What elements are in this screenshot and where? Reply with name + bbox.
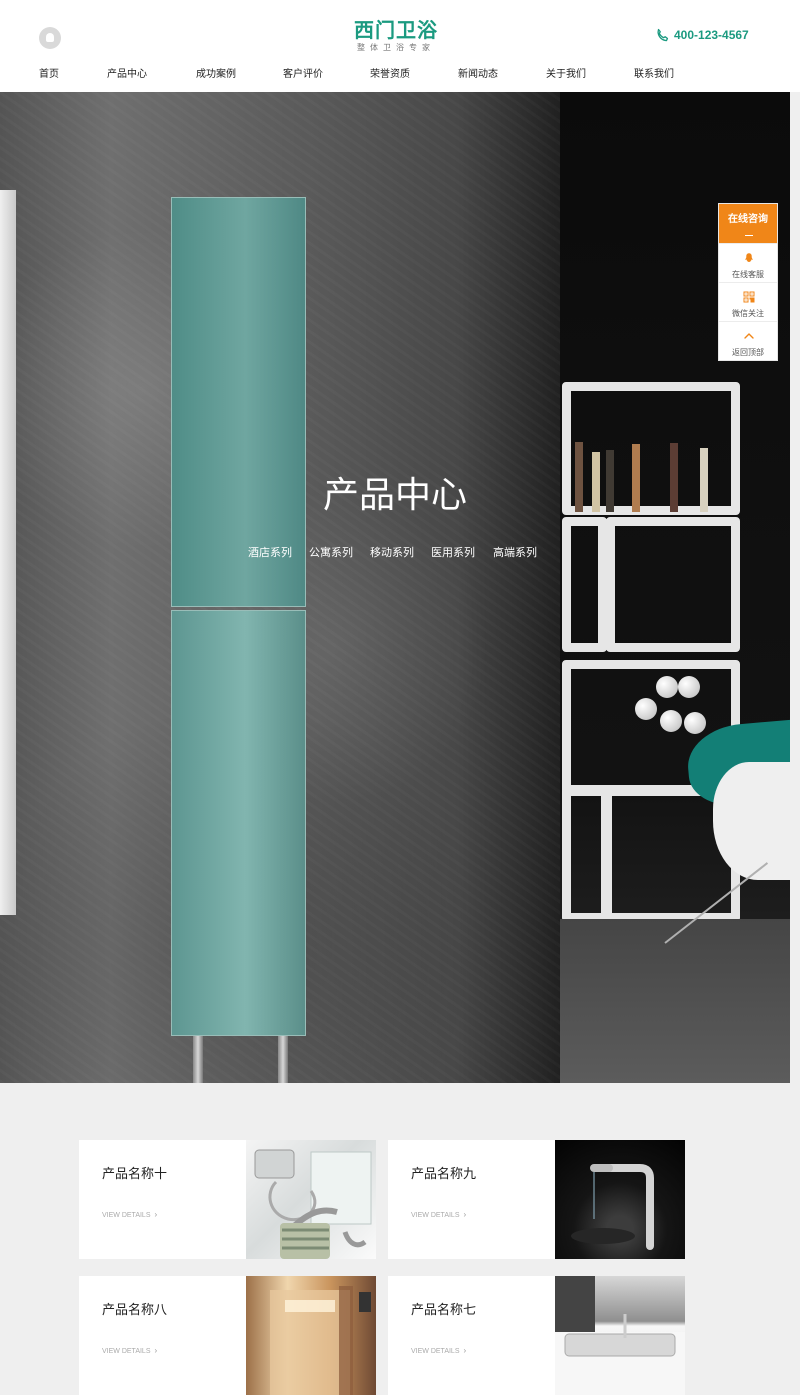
site-header: 西门卫浴 整体卫浴专家 400-123-4567 首页 产品中心 成功案例 客户… <box>0 0 800 92</box>
view-details-link[interactable]: VIEW DETAILS › <box>102 1346 157 1355</box>
chevron-up-icon <box>744 333 754 339</box>
back-to-top-label: 返回顶部 <box>732 348 764 357</box>
online-consult-panel: 在线咨询 在线客服 微信关注 返回顶部 <box>718 203 778 361</box>
logo-title: 西门卫浴 <box>354 18 438 42</box>
category-link-premium[interactable]: 高端系列 <box>493 544 537 560</box>
nav-item-home[interactable]: 首页 <box>39 65 59 80</box>
online-consult-button[interactable]: 在线咨询 <box>719 204 777 243</box>
view-details-label: VIEW DETAILS <box>411 1348 460 1355</box>
product-name: 产品名称七 <box>411 1303 477 1318</box>
cabinet-leg <box>278 1036 288 1083</box>
bathroom-illustration <box>270 1286 371 1395</box>
nav-item-cases[interactable]: 成功案例 <box>196 65 236 80</box>
ball <box>678 676 700 698</box>
floor-image <box>560 919 790 1083</box>
towel-rack-product-image <box>246 1140 376 1259</box>
category-link-mobile[interactable]: 移动系列 <box>370 544 414 560</box>
bathtub-illustration <box>555 1276 685 1395</box>
cabinet-bottom-image <box>171 610 306 1036</box>
chevron-right-icon: › <box>463 1210 467 1219</box>
left-cabinet-image <box>0 190 16 915</box>
product-card[interactable]: 产品名称七 VIEW DETAILS › <box>388 1276 685 1395</box>
qr-code-icon <box>743 291 755 303</box>
back-to-top-button[interactable]: 返回顶部 <box>719 321 777 360</box>
decorative-balls <box>632 674 712 738</box>
main-navigation: 首页 产品中心 成功案例 客户评价 荣誉资质 新闻动态 关于我们 联系我们 <box>0 65 800 83</box>
product-name: 产品名称八 <box>102 1303 168 1318</box>
ball <box>684 712 706 734</box>
cabinet-leg <box>193 1036 203 1083</box>
view-details-label: VIEW DETAILS <box>411 1212 460 1219</box>
online-service-label: 在线客服 <box>732 270 764 279</box>
product-center-hero: 产品中心 酒店系列 公寓系列 移动系列 医用系列 高端系列 <box>0 92 790 1083</box>
bathroom-room-image <box>246 1276 376 1395</box>
phone-contact[interactable]: 400-123-4567 <box>655 26 749 44</box>
nav-item-contact[interactable]: 联系我们 <box>634 65 674 80</box>
ball <box>656 676 678 698</box>
chevron-right-icon: › <box>154 1210 158 1219</box>
view-details-label: VIEW DETAILS <box>102 1212 151 1219</box>
view-details-link[interactable]: VIEW DETAILS › <box>411 1346 466 1355</box>
phone-icon <box>657 28 669 42</box>
shelf-box <box>562 517 607 652</box>
nav-item-products[interactable]: 产品中心 <box>107 65 147 80</box>
category-link-medical[interactable]: 医用系列 <box>431 544 475 560</box>
online-service-button[interactable]: 在线客服 <box>719 243 777 282</box>
user-icon[interactable] <box>39 27 61 49</box>
nav-item-honors[interactable]: 荣誉资质 <box>370 65 410 80</box>
category-link-hotel[interactable]: 酒店系列 <box>248 544 292 560</box>
category-link-apartment[interactable]: 公寓系列 <box>309 544 353 560</box>
view-details-link[interactable]: VIEW DETAILS › <box>411 1210 466 1219</box>
ball <box>635 698 657 720</box>
product-grid: 产品名称十 VIEW DETAILS › 产品名称九 VIEW DETAILS › <box>79 1140 685 1395</box>
chevron-right-icon: › <box>154 1346 158 1355</box>
product-card[interactable]: 产品名称九 VIEW DETAILS › <box>388 1140 685 1259</box>
faucet-product-image <box>555 1140 685 1259</box>
view-details-link[interactable]: VIEW DETAILS › <box>102 1210 157 1219</box>
page-title: 产品中心 <box>322 475 467 516</box>
product-name: 产品名称十 <box>102 1167 168 1182</box>
logo[interactable]: 西门卫浴 整体卫浴专家 <box>344 18 448 53</box>
logo-subtitle: 整体卫浴专家 <box>357 43 435 52</box>
wechat-follow-label: 微信关注 <box>732 309 764 318</box>
wechat-follow-button[interactable]: 微信关注 <box>719 282 777 321</box>
towel-rack-illustration <box>254 1149 372 1259</box>
ball <box>660 710 682 732</box>
nav-item-reviews[interactable]: 客户评价 <box>283 65 323 80</box>
shelf-box <box>606 517 740 652</box>
nav-item-news[interactable]: 新闻动态 <box>458 65 498 80</box>
phone-number: 400-123-4567 <box>674 28 749 42</box>
bathtub-product-image <box>555 1276 685 1395</box>
product-card[interactable]: 产品名称十 VIEW DETAILS › <box>79 1140 376 1259</box>
faucet-illustration <box>571 1164 654 1250</box>
qq-icon <box>745 253 753 262</box>
product-name: 产品名称九 <box>411 1167 477 1182</box>
nav-item-about[interactable]: 关于我们 <box>546 65 586 80</box>
product-card[interactable]: 产品名称八 VIEW DETAILS › <box>79 1276 376 1395</box>
chevron-right-icon: › <box>463 1346 467 1355</box>
view-details-label: VIEW DETAILS <box>102 1348 151 1355</box>
